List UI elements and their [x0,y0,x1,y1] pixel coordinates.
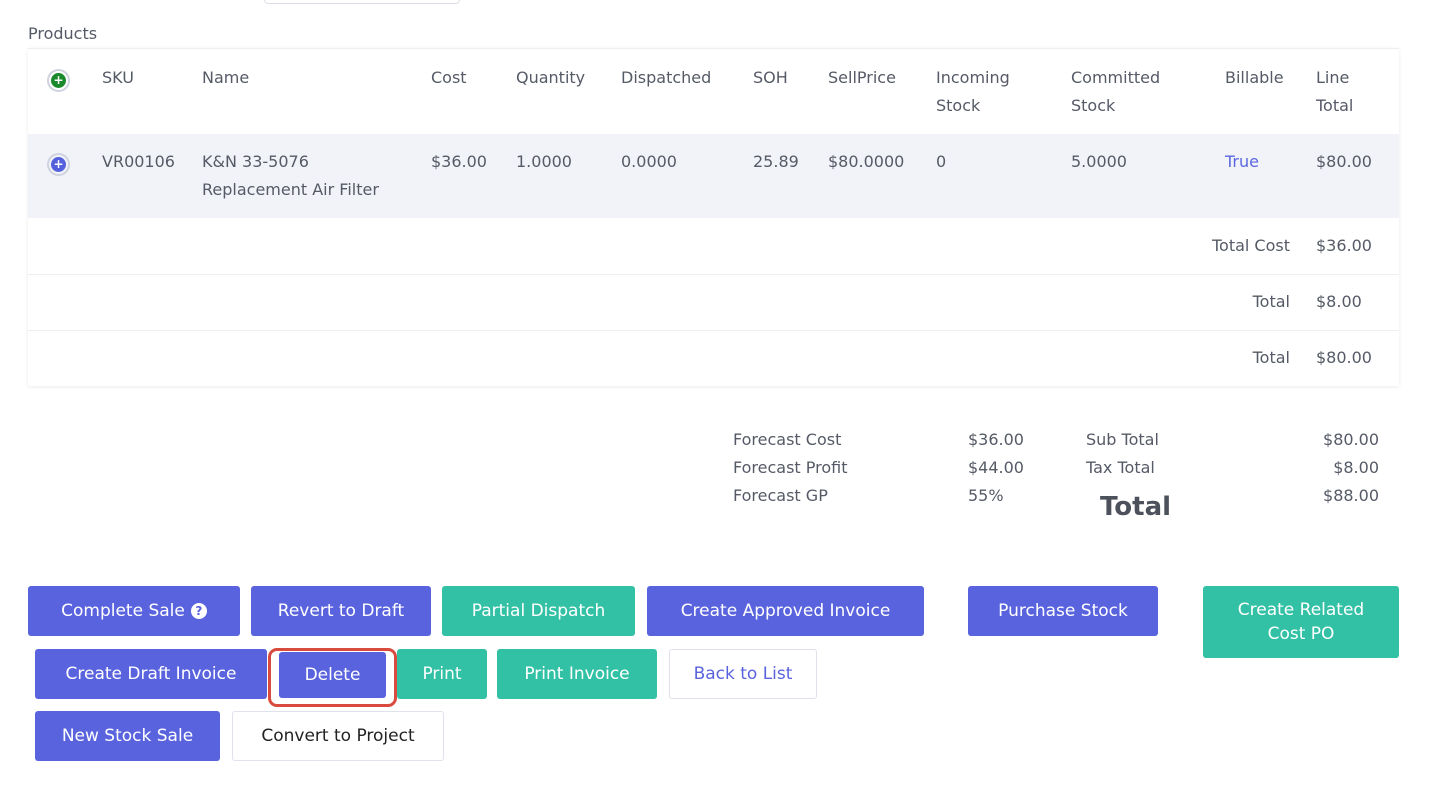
forecast-values: $36.00 $44.00 55% [968,426,1024,510]
convert-to-project-button[interactable]: Convert to Project [232,711,444,761]
row-sellprice: $80.0000 [828,152,905,171]
header-name: Name [202,68,250,87]
add-product-button[interactable]: + [47,69,70,92]
plus-circle-icon: + [51,73,66,88]
revert-to-draft-button[interactable]: Revert to Draft [251,586,431,636]
subtotal-label: Sub Total [1086,430,1159,449]
header-incoming-stock: Incoming Stock [936,64,1010,120]
header-soh: SOH [753,68,788,87]
row-name-line2: Replacement Air Filter [202,180,379,199]
header-billable: Billable [1225,68,1284,87]
total-cost-label: Total Cost [1211,236,1290,255]
header-committed-line2: Stock [1071,96,1116,115]
delete-button[interactable]: Delete [279,652,386,698]
header-committed-stock: Committed Stock [1071,64,1160,120]
forecast-cost-label: Forecast Cost [733,430,842,449]
header-committed-line1: Committed [1071,68,1161,87]
divider [28,274,1399,275]
new-stock-sale-button[interactable]: New Stock Sale [35,711,220,761]
forecast-cost-value: $36.00 [968,430,1024,449]
total-cost-value: $36.00 [1316,236,1372,255]
grand-total-label: Total [1100,492,1172,522]
forecast-gp-value: 55% [968,486,1004,505]
create-related-cost-po-line1: Create Related [1237,600,1365,620]
total-value: $80.00 [1316,348,1372,367]
products-section-title: Products [28,24,98,43]
subtotal-value: $80.00 [1323,430,1379,449]
complete-sale-label: Complete Sale [61,601,185,621]
partial-dispatch-button[interactable]: Partial Dispatch [442,586,635,636]
row-sku: VR00106 [102,152,175,171]
header-dispatched: Dispatched [621,68,712,87]
tax-total-label: Tax Total [1086,458,1155,477]
row-committed: 5.0000 [1071,152,1127,171]
row-billable-link[interactable]: True [1225,148,1259,176]
create-related-cost-po-button[interactable]: Create Related Cost PO [1203,586,1399,658]
create-draft-invoice-button[interactable]: Create Draft Invoice [35,649,267,699]
plus-circle-icon: + [51,157,66,172]
header-line-total-line2: Total [1316,96,1354,115]
create-approved-invoice-button[interactable]: Create Approved Invoice [647,586,924,636]
header-cost: Cost [431,68,467,87]
total-tax-label: Total [1252,292,1290,311]
header-quantity: Quantity [516,68,586,87]
forecast-profit-label: Forecast Profit [733,458,848,477]
question-circle-icon: ? [190,603,207,619]
print-button[interactable]: Print [397,649,487,699]
total-tax-value: $8.00 [1316,292,1362,311]
forecast-gp-label: Forecast GP [733,486,828,505]
grand-total-value: $88.00 [1323,486,1379,505]
print-invoice-button[interactable]: Print Invoice [497,649,657,699]
forecast-profit-value: $44.00 [968,458,1024,477]
complete-sale-button[interactable]: Complete Sale ? [28,586,240,636]
products-table: + SKU Name Cost Quantity Dispatched SOH … [28,48,1399,386]
purchase-stock-button[interactable]: Purchase Stock [968,586,1158,636]
expand-row-button[interactable]: + [47,153,70,176]
summary-values: $80.00 $8.00 $88.00 [1323,426,1379,510]
back-to-list-button[interactable]: Back to List [669,649,817,699]
header-line-total-line1: Line [1316,68,1350,87]
row-cost: $36.00 [431,152,487,171]
header-line-total: Line Total [1316,64,1353,120]
header-sku: SKU [102,68,134,87]
header-incoming-line2: Stock [936,96,981,115]
header-incoming-line1: Incoming [936,68,1010,87]
divider [28,330,1399,331]
row-soh: 25.89 [753,152,799,171]
top-input-edge[interactable] [264,0,460,4]
row-incoming: 0 [936,152,947,171]
header-sellprice: SellPrice [828,68,896,87]
summary-labels: Sub Total Tax Total [1086,426,1159,482]
row-line-total: $80.00 [1316,152,1372,171]
forecast-labels: Forecast Cost Forecast Profit Forecast G… [733,426,848,510]
row-dispatched: 0.0000 [621,152,677,171]
row-name-line1: K&N 33-5076 [202,152,309,171]
total-label: Total [1252,348,1290,367]
create-related-cost-po-line2: Cost PO [1267,624,1335,644]
row-quantity: 1.0000 [516,152,572,171]
row-name: K&N 33-5076 Replacement Air Filter [202,148,379,204]
tax-total-value: $8.00 [1333,458,1379,477]
